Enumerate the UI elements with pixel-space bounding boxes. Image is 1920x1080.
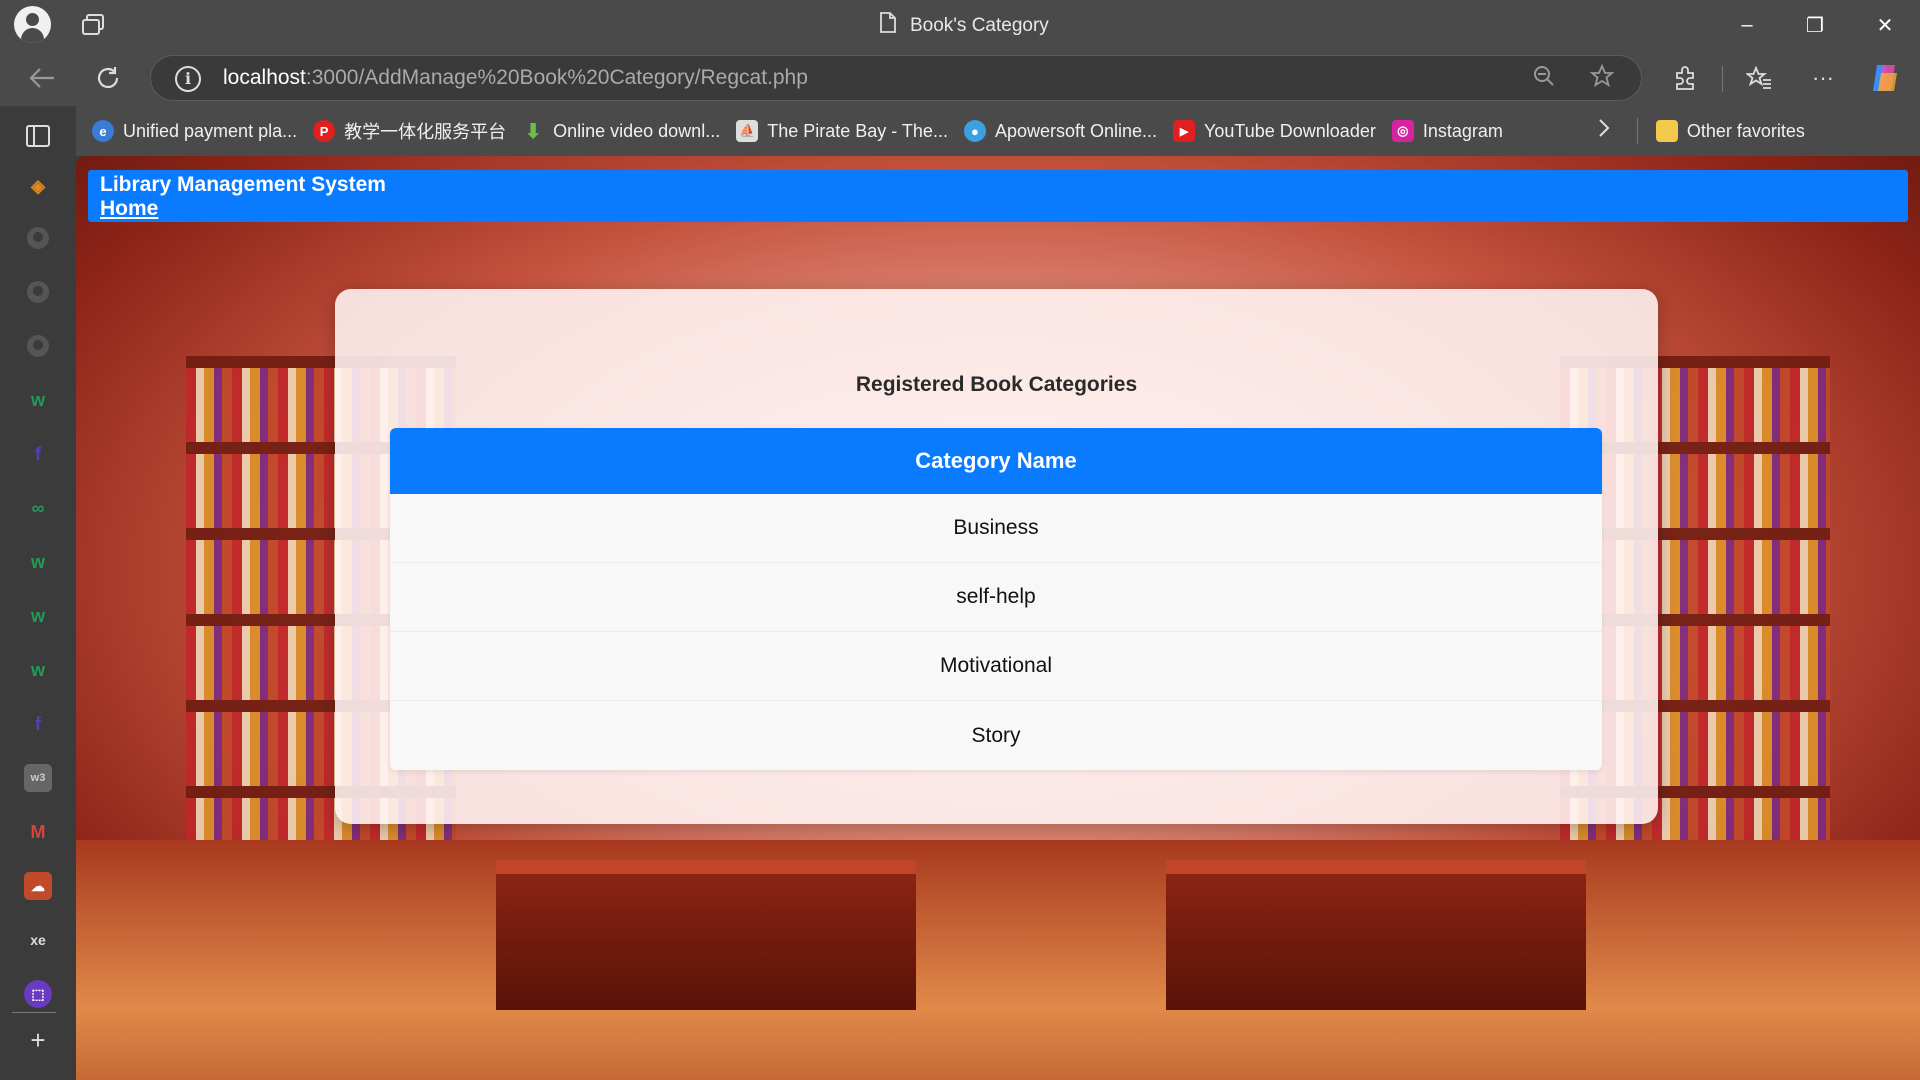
app-title: Library Management System (100, 173, 386, 196)
background-floor (76, 840, 1920, 1080)
zoom-out-icon[interactable] (1529, 64, 1559, 94)
categories-card: Registered Book Categories Category Name… (335, 289, 1658, 824)
github-icon[interactable] (24, 332, 52, 360)
page-heading: Registered Book Categories (855, 373, 1138, 396)
download-arrow-icon: ⬇ (524, 120, 542, 143)
restore-button[interactable]: ❐ (1800, 10, 1830, 40)
w-app-icon[interactable]: w (24, 656, 52, 684)
favorite-item[interactable]: ⬇ Online video downl... (522, 120, 721, 143)
background-desk (496, 860, 916, 1010)
profile-avatar-icon[interactable] (14, 6, 51, 43)
favorite-label: Online video downl... (553, 120, 721, 141)
pirate-ship-icon: ⛵ (736, 120, 759, 142)
favorite-label: The Pirate Bay - The... (767, 120, 948, 141)
favorite-star-icon[interactable] (1587, 63, 1617, 94)
site-info-icon[interactable]: i (175, 66, 201, 92)
background-desk (1166, 860, 1586, 1010)
browser-sidebar: ◈ w f ∞ w w w f w3 M ☁ xe ⬚ + (0, 106, 76, 1080)
favorite-label: Instagram (1422, 120, 1503, 141)
favorites-divider (1636, 118, 1638, 144)
url-path: :3000/AddManage%20Book%20Category/Regcat… (305, 66, 808, 89)
toolbar-divider (1722, 66, 1723, 92)
column-header: Category Name (390, 428, 1602, 494)
navigation-bar: i localhost:3000/AddManage%20Book%20Cate… (0, 50, 1920, 106)
page-viewport: Library Management System Home Registere… (76, 156, 1920, 1080)
gmail-icon[interactable]: M (24, 818, 52, 846)
table-row: Business (390, 494, 1602, 563)
favorite-item[interactable]: ⛵ The Pirate Bay - The... (736, 120, 948, 142)
refresh-icon[interactable] (91, 61, 125, 95)
categories-table: Category Name Business self-help Motivat… (390, 428, 1602, 770)
tab-title-text: Book's Category (910, 14, 1049, 36)
sidebar-app-icon[interactable]: ◈ (24, 172, 52, 200)
tab-actions-icon[interactable] (80, 13, 106, 37)
github-icon[interactable] (24, 278, 52, 306)
other-favorites-folder[interactable]: Other favorites (1655, 120, 1805, 142)
other-favorites-label: Other favorites (1686, 120, 1805, 141)
back-arrow-icon[interactable] (25, 61, 59, 95)
more-menu-button[interactable]: ··· (1806, 61, 1840, 95)
w-app-icon[interactable]: w (24, 602, 52, 630)
copilot-icon[interactable] (1868, 61, 1902, 95)
payment-icon: e (92, 120, 114, 142)
tab-title: Book's Category (880, 12, 1049, 39)
favorite-label: YouTube Downloader (1204, 120, 1376, 141)
f-app-icon[interactable]: f (24, 440, 52, 468)
favorite-item[interactable]: ▶ YouTube Downloader (1173, 120, 1376, 142)
favorite-item[interactable]: ● Apowersoft Online... (963, 120, 1158, 142)
favorite-item[interactable]: ◎ Instagram (1391, 120, 1503, 142)
apowersoft-icon: ● (963, 120, 986, 142)
favorite-item[interactable]: e Unified payment pla... (92, 120, 297, 142)
github-icon[interactable] (24, 224, 52, 252)
favorites-icon[interactable] (1742, 61, 1776, 95)
browser-title-bar: Book's Category – ❐ ✕ (0, 0, 1920, 50)
gfg-icon[interactable]: ∞ (24, 494, 52, 522)
xe-icon[interactable]: xe (24, 926, 52, 954)
cloud-app-icon[interactable]: ☁ (24, 872, 52, 900)
favorite-label: Apowersoft Online... (994, 120, 1158, 141)
purple-app-icon[interactable]: ⬚ (24, 980, 52, 1008)
favorite-item[interactable]: P 教学一体化服务平台 (313, 118, 506, 144)
favorite-label: 教学一体化服务平台 (344, 122, 507, 142)
url-host: localhost (223, 66, 306, 89)
home-link[interactable]: Home (100, 197, 158, 221)
sidebar-divider (12, 1012, 56, 1013)
youtube-icon: ▶ (1173, 120, 1196, 142)
folder-icon (1655, 120, 1678, 142)
table-row: Motivational (390, 632, 1602, 701)
table-row: self-help (390, 563, 1602, 632)
favorite-label: Unified payment pla... (123, 120, 298, 141)
favorites-bar: e Unified payment pla... P 教学一体化服务平台 ⬇ O… (76, 106, 1920, 156)
page-document-icon (880, 12, 896, 39)
w-app-icon[interactable]: w (24, 386, 52, 414)
extensions-icon[interactable] (1668, 61, 1702, 95)
site-header: Library Management System Home (88, 170, 1908, 222)
w-app-icon[interactable]: w (24, 548, 52, 576)
p-letter-icon: P (313, 120, 336, 142)
address-bar[interactable]: i localhost:3000/AddManage%20Book%20Cate… (150, 55, 1642, 101)
instagram-icon: ◎ (1391, 120, 1414, 142)
minimize-button[interactable]: – (1732, 10, 1762, 40)
url-text[interactable]: localhost:3000/AddManage%20Book%20Catego… (223, 66, 808, 90)
add-sidebar-app-icon[interactable]: + (24, 1025, 52, 1055)
chevron-right-icon[interactable] (1597, 118, 1611, 144)
sidebar-toggle-icon[interactable] (24, 122, 52, 150)
w3schools-icon[interactable]: w3 (24, 764, 52, 792)
table-row: Story (390, 701, 1602, 770)
close-window-button[interactable]: ✕ (1870, 10, 1900, 40)
f-app-icon[interactable]: f (24, 710, 52, 738)
